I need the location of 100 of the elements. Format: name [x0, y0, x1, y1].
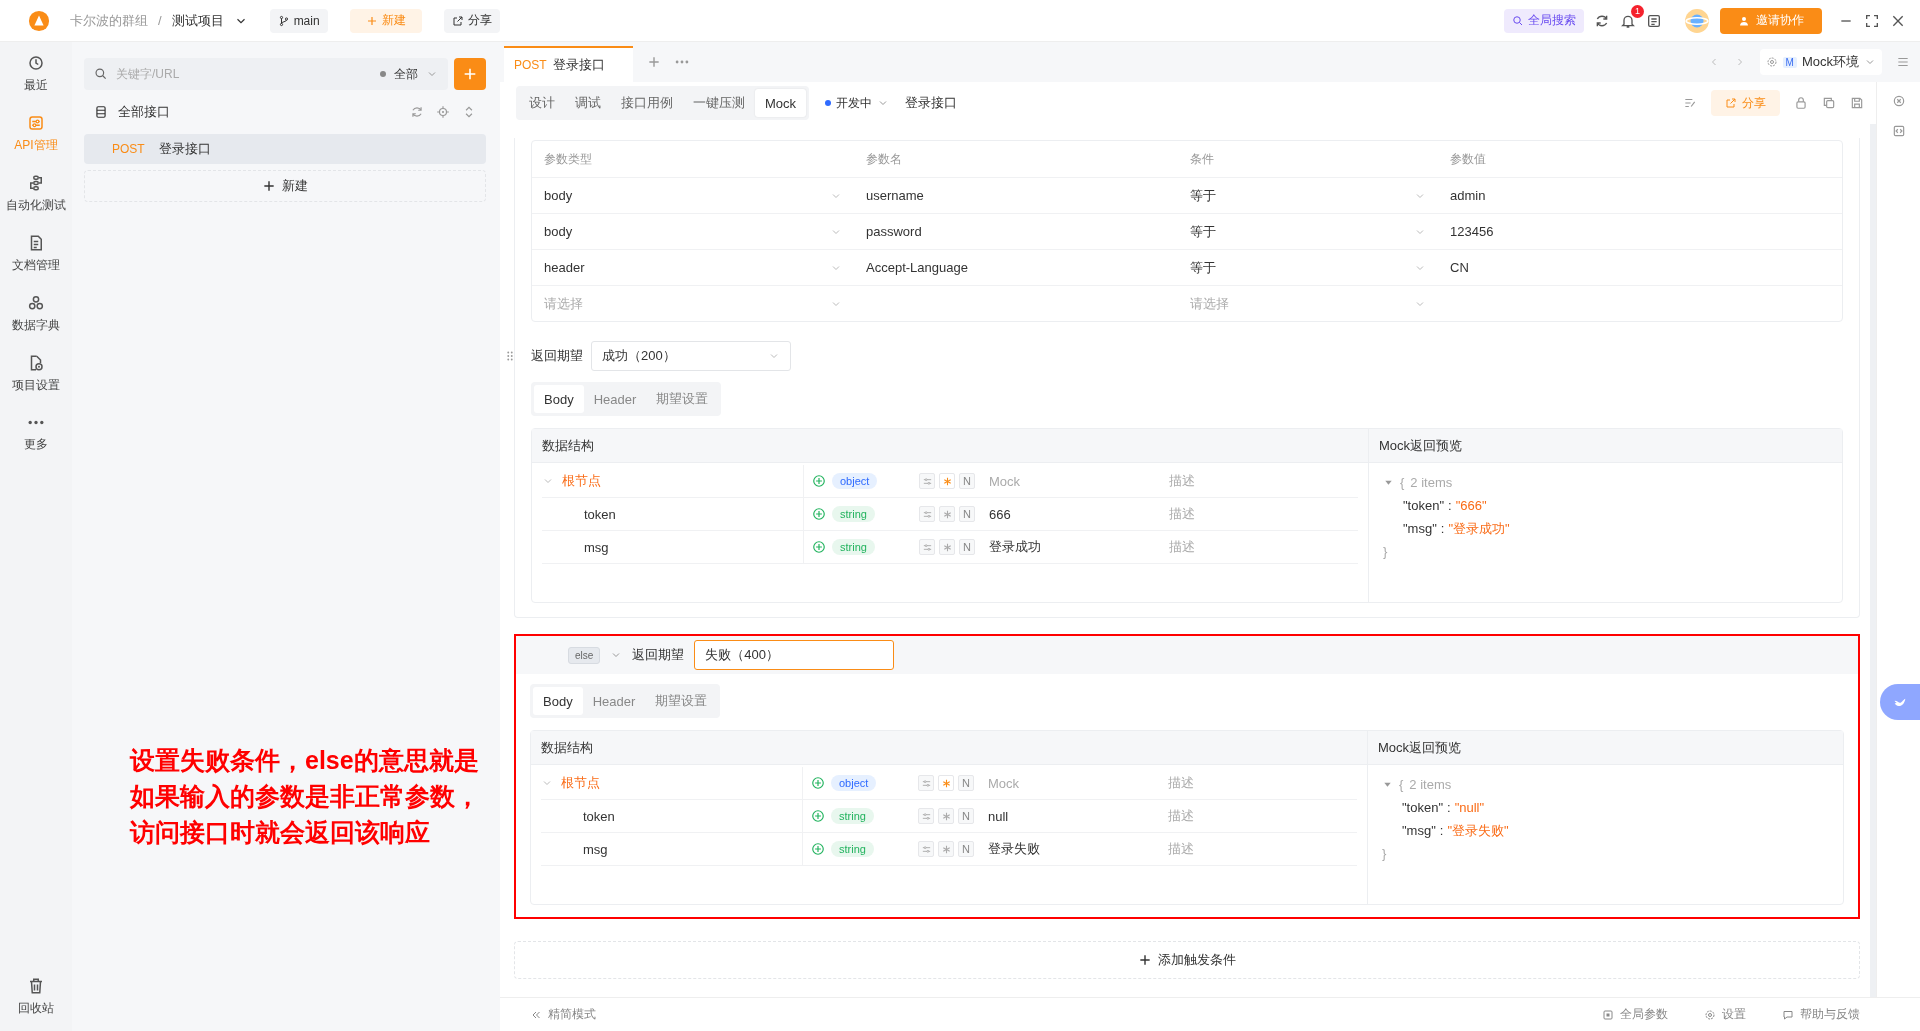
maximize-icon[interactable] [1864, 12, 1880, 29]
settings-toggle[interactable] [918, 775, 934, 791]
table-cell[interactable]: CN [1438, 260, 1842, 275]
request-tab[interactable]: POST 登录接口 [504, 46, 633, 82]
code-icon[interactable] [1891, 124, 1906, 138]
add-condition-button[interactable]: 添加触发条件 [514, 941, 1860, 979]
settings-toggle[interactable] [919, 473, 935, 489]
body-tab[interactable]: Body [534, 385, 584, 413]
format-icon[interactable] [1683, 96, 1697, 110]
nav-item[interactable]: 项目设置 [0, 354, 72, 394]
null-toggle[interactable]: N [959, 539, 975, 555]
brace: } [1382, 845, 1387, 863]
table-cell[interactable]: Accept-Language [854, 260, 1178, 275]
null-toggle[interactable]: N [959, 506, 975, 522]
required-toggle[interactable] [938, 841, 954, 857]
nav-item[interactable]: 自动化测试 [0, 174, 72, 214]
lock-icon[interactable] [1794, 96, 1808, 110]
select-field[interactable]: 等于 [1178, 222, 1438, 241]
type-tag[interactable]: object [832, 473, 878, 489]
mock-value-field[interactable]: null [988, 808, 1168, 824]
mock-value-field[interactable]: 登录成功 [989, 538, 1169, 556]
assistant-button[interactable] [1880, 684, 1920, 720]
message-icon[interactable] [1646, 12, 1662, 29]
global-search-button[interactable]: 全局搜索 [1504, 8, 1584, 33]
add-icon[interactable] [812, 474, 826, 488]
mode-tab[interactable]: Mock [755, 89, 807, 117]
body-tab[interactable]: Body [533, 687, 583, 715]
type-tag[interactable]: object [831, 775, 877, 791]
settings-link[interactable]: 设置 [1704, 1006, 1746, 1023]
locate-icon[interactable] [436, 105, 450, 119]
project-name[interactable]: 测试项目 [171, 11, 224, 30]
table-cell[interactable]: admin [1438, 188, 1842, 203]
mock-value-field[interactable]: 666 [989, 506, 1169, 522]
add-icon[interactable] [812, 507, 826, 521]
global-params-link[interactable]: 全局参数 [1602, 1006, 1668, 1023]
required-toggle[interactable] [939, 539, 955, 555]
settings-toggle[interactable] [919, 506, 935, 522]
api-name-field[interactable]: 登录接口 [905, 94, 1667, 112]
response-select[interactable]: 成功（200） [591, 341, 791, 371]
mode-tab[interactable]: 一键压测 [683, 89, 755, 117]
column-header: 参数类型 [543, 150, 593, 168]
select-field[interactable]: body [532, 224, 854, 239]
avatar[interactable] [1684, 7, 1710, 34]
asterisk-icon [941, 508, 953, 520]
more-icon[interactable] [674, 59, 689, 65]
folder-label[interactable]: 全部接口 [118, 103, 400, 121]
search-field[interactable]: 关键字/URL 全部 [84, 58, 448, 90]
add-icon[interactable] [811, 776, 825, 790]
share-button[interactable]: 分享 [443, 8, 500, 33]
else-badge[interactable]: else [568, 646, 601, 664]
mode-tab[interactable]: 设计 [519, 89, 565, 117]
branch-button[interactable]: main [269, 8, 328, 33]
save-icon[interactable] [1850, 96, 1864, 110]
mode-tab[interactable]: 调试 [565, 89, 611, 117]
menu-icon[interactable] [1896, 55, 1910, 69]
new-button[interactable]: 新建 [84, 170, 486, 202]
plus-icon[interactable] [646, 55, 661, 69]
api-list-item[interactable]: POST 登录接口 [84, 134, 486, 164]
trash-item[interactable]: 回收站 [0, 977, 72, 1017]
field-name[interactable]: msg [583, 841, 608, 857]
table-cell[interactable]: username [854, 188, 1178, 203]
select-field[interactable]: body [532, 188, 854, 203]
settings-toggle[interactable] [919, 539, 935, 555]
filter-dropdown[interactable]: 全部 [380, 65, 438, 83]
select-field[interactable]: 等于 [1178, 186, 1438, 205]
table-cell[interactable]: password [854, 224, 1178, 239]
compact-mode-toggle[interactable]: 精简模式 [530, 1006, 596, 1023]
field-name[interactable]: msg [584, 539, 609, 555]
required-toggle[interactable] [938, 775, 954, 791]
mock-value-field[interactable]: 登录失败 [988, 840, 1168, 858]
mode-tab[interactable]: 接口用例 [611, 89, 683, 117]
help-link[interactable]: 帮助与反馈 [1782, 1006, 1860, 1023]
refresh-icon[interactable] [410, 105, 424, 119]
nav-item[interactable]: 最近 [0, 54, 72, 94]
select-field[interactable]: 等于 [1178, 258, 1438, 277]
copy-icon[interactable] [1822, 96, 1836, 110]
required-toggle[interactable] [939, 506, 955, 522]
environment-dropdown[interactable]: M Mock环境 [1759, 49, 1882, 75]
response-select[interactable]: 失败（400） [694, 640, 895, 670]
null-toggle[interactable]: N [958, 808, 974, 824]
null-toggle[interactable]: N [958, 841, 974, 857]
field-name[interactable]: token [584, 506, 616, 522]
circles-icon [27, 294, 45, 312]
required-toggle[interactable] [938, 808, 954, 824]
status-dropdown[interactable]: 开发中 [825, 94, 890, 112]
null-toggle[interactable]: N [959, 473, 975, 489]
null-toggle[interactable]: N [958, 775, 974, 791]
settings-toggle[interactable] [918, 841, 934, 857]
nav-item[interactable]: 文档管理 [0, 234, 72, 274]
add-icon[interactable] [811, 842, 825, 856]
table-cell[interactable]: 123456 [1438, 224, 1842, 239]
required-toggle[interactable] [939, 473, 955, 489]
select-field[interactable]: header [532, 260, 854, 275]
nav-item[interactable]: 更多 [0, 414, 72, 453]
settings-toggle[interactable] [918, 808, 934, 824]
add-icon[interactable] [811, 809, 825, 823]
field-name[interactable]: token [583, 808, 615, 824]
add-button[interactable] [454, 58, 486, 90]
add-icon[interactable] [812, 540, 826, 554]
nav-item[interactable]: 数据字典 [0, 294, 72, 334]
